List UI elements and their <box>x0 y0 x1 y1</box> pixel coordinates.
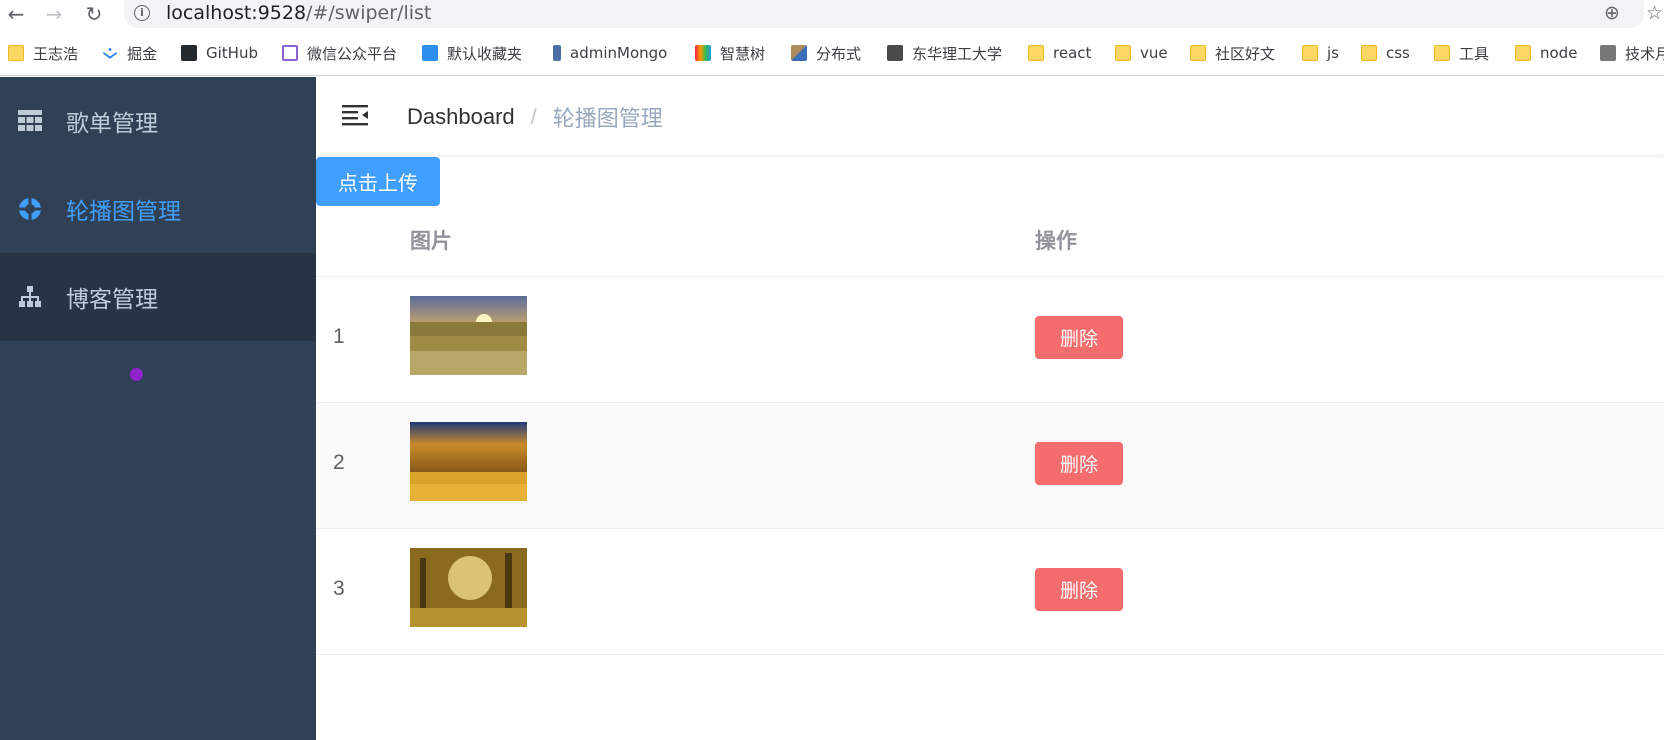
zhihuishu-icon <box>695 45 711 61</box>
column-header-action: 操作 <box>1035 230 1077 253</box>
bookmark-item[interactable]: 东华理工大学 <box>887 38 1002 68</box>
sidebar-item-label: 轮播图管理 <box>66 198 181 224</box>
bookmark-label: 默认收藏夹 <box>447 44 523 63</box>
row-index: 2 <box>333 451 345 474</box>
browser-nav-row: ← → ↻ i localhost:9528/#/swiper/list ⊕ ☆ <box>0 0 1664 28</box>
avatar-icon <box>1600 45 1616 61</box>
sidebar-item-label: 博客管理 <box>66 286 158 312</box>
table-header: 图片 操作 <box>316 203 1664 277</box>
bookmark-item[interactable]: 智慧树 <box>695 38 765 68</box>
globe-icon <box>887 45 903 61</box>
bookmark-label: js <box>1327 44 1339 62</box>
folder-icon <box>1302 45 1318 61</box>
hamburger-icon[interactable] <box>342 104 368 126</box>
mongo-icon <box>553 45 561 61</box>
bookmark-item[interactable]: 微信公众平台 <box>282 38 397 68</box>
row-index: 3 <box>333 577 345 600</box>
url-host: localhost:9528 <box>166 2 307 24</box>
bookmark-item[interactable]: GitHub <box>181 38 258 68</box>
bookmark-item[interactable]: 技术月 <box>1600 38 1664 68</box>
swiper-thumbnail <box>410 422 527 501</box>
bookmark-label: 工具 <box>1459 44 1490 63</box>
breadcrumb-separator: / <box>530 104 537 129</box>
sidebar-item-blog[interactable]: 博客管理 <box>0 253 316 341</box>
bookmark-label: 东华理工大学 <box>912 44 1003 63</box>
bookmark-label: 分布式 <box>816 44 862 63</box>
bookmark-item[interactable]: node <box>1515 38 1577 68</box>
bookmark-label: adminMongo <box>570 44 668 62</box>
sidebar-item-carousel[interactable]: 轮播图管理 <box>0 165 316 253</box>
address-url[interactable]: localhost:9528/#/swiper/list <box>166 2 431 24</box>
github-icon <box>181 45 197 61</box>
carousel-icon <box>18 197 42 221</box>
bookmark-item[interactable]: vue <box>1115 38 1168 68</box>
folder-icon <box>1190 45 1206 61</box>
swiper-thumbnail <box>410 296 527 375</box>
bookmark-item[interactable]: css <box>1361 38 1410 68</box>
delete-button[interactable]: 删除 <box>1035 442 1123 485</box>
juejin-icon <box>102 47 118 59</box>
sidebar-item-label: 歌单管理 <box>66 110 158 136</box>
column-header-image: 图片 <box>410 230 452 253</box>
bookmark-label: 技术月 <box>1625 44 1664 63</box>
delete-button[interactable]: 删除 <box>1035 316 1123 359</box>
breadcrumb: Dashboard / 轮播图管理 <box>407 101 663 133</box>
upload-button[interactable]: 点击上传 <box>316 157 440 206</box>
bookmark-label: node <box>1540 44 1578 62</box>
folder-icon <box>8 45 24 61</box>
navbar: Dashboard / 轮播图管理 <box>316 77 1664 156</box>
bookmark-label: css <box>1386 44 1410 62</box>
breadcrumb-home[interactable]: Dashboard <box>407 104 515 130</box>
table-row: 1 删除 <box>316 277 1664 403</box>
bookmark-label: vue <box>1140 44 1168 62</box>
bookmark-label: react <box>1053 44 1092 62</box>
mouse-cursor <box>130 368 143 381</box>
folder-icon <box>1028 45 1044 61</box>
bookmark-item[interactable]: react <box>1028 38 1091 68</box>
swiper-thumbnail <box>410 548 527 627</box>
bookmark-item[interactable]: 掘金 <box>102 38 157 68</box>
site-info-icon[interactable]: i <box>134 5 150 21</box>
zoom-icon[interactable]: ⊕ <box>1604 2 1620 24</box>
bilibili-icon <box>422 45 438 61</box>
bookmark-star-icon[interactable]: ☆ <box>1646 2 1663 24</box>
distributed-icon <box>791 45 807 61</box>
bookmark-item[interactable]: 默认收藏夹 <box>422 38 522 68</box>
table-row: 2 删除 <box>316 403 1664 529</box>
bookmark-item[interactable]: adminMongo <box>553 38 667 68</box>
main-content: Dashboard / 轮播图管理 点击上传 图片 操作 1 删除 2 删除 3… <box>316 77 1664 740</box>
bookmark-item[interactable]: js <box>1302 38 1339 68</box>
row-index: 1 <box>333 325 345 348</box>
breadcrumb-current: 轮播图管理 <box>552 106 663 131</box>
bookmark-item[interactable]: 工具 <box>1434 38 1489 68</box>
folder-icon <box>1515 45 1531 61</box>
bookmark-label: GitHub <box>206 44 258 62</box>
forward-icon[interactable]: → <box>42 2 66 26</box>
back-icon[interactable]: ← <box>4 2 28 26</box>
url-path: /#/swiper/list <box>306 2 432 24</box>
delete-button[interactable]: 删除 <box>1035 568 1123 611</box>
bookmark-label: 社区好文 <box>1215 44 1276 63</box>
bookmark-label: 智慧树 <box>720 44 766 63</box>
folder-icon <box>1361 45 1377 61</box>
sidebar: 歌单管理 轮播图管理 博客管理 <box>0 77 316 740</box>
bookmark-label: 王志浩 <box>33 44 79 63</box>
folder-icon <box>1434 45 1450 61</box>
bookmark-label: 微信公众平台 <box>307 44 398 63</box>
folder-icon <box>1115 45 1131 61</box>
bookmark-item[interactable]: 社区好文 <box>1190 38 1275 68</box>
browser-chrome: ← → ↻ i localhost:9528/#/swiper/list ⊕ ☆… <box>0 0 1664 76</box>
swiper-table: 图片 操作 1 删除 2 删除 3 删除 <box>316 203 1664 655</box>
wechat-mp-icon <box>282 45 298 61</box>
reload-icon[interactable]: ↻ <box>82 2 106 26</box>
address-bar[interactable]: i localhost:9528/#/swiper/list ⊕ <box>124 0 1644 28</box>
sidebar-item-playlist[interactable]: 歌单管理 <box>0 77 316 165</box>
table-grid-icon <box>18 110 42 131</box>
bookmark-label: 掘金 <box>127 44 158 63</box>
bookmarks-bar: 王志浩 掘金 GitHub 微信公众平台 默认收藏夹 adminMongo 智慧… <box>0 38 1664 68</box>
sitemap-icon <box>19 286 41 307</box>
bookmark-item[interactable]: 王志浩 <box>8 38 78 68</box>
bookmark-item[interactable]: 分布式 <box>791 38 861 68</box>
table-row: 3 删除 <box>316 529 1664 655</box>
